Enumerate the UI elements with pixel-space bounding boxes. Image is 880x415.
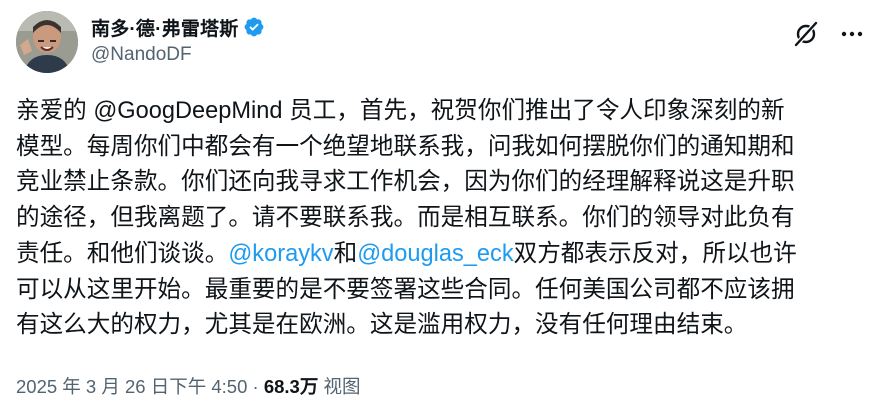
mention-douglas-eck-link[interactable]: @douglas_eck	[357, 241, 513, 267]
author-handle[interactable]: @NandoDF	[91, 44, 265, 66]
tweet-text: 亲爱的 @GoogDeepMind 员工，首先，祝贺你们推出了令人印象深刻的新 …	[16, 94, 866, 344]
grok-icon[interactable]	[792, 20, 820, 48]
tweet-line-3: 竞业禁止条款。你们还向我寻求工作机会，因为你们的经理解释说这是升职	[16, 169, 795, 196]
avatar[interactable]	[16, 11, 78, 73]
display-name[interactable]: 南多·德·弗雷塔斯	[91, 14, 238, 41]
views-label: 视图	[318, 376, 361, 397]
verified-badge-icon[interactable]	[243, 16, 265, 38]
avatar-photo	[16, 11, 78, 73]
more-options-icon[interactable]	[838, 20, 866, 48]
meta-separator: ·	[247, 376, 264, 397]
views-count[interactable]: 68.3万	[264, 376, 319, 397]
tweet-line-5-start: 责任。和他们谈谈。	[16, 240, 229, 267]
tweet-card: 南多·德·弗雷塔斯 @NandoDF 亲爱的 @GoogDeepMind 员工，…	[0, 0, 880, 415]
tweet-line-7: 有这么大的权力，尤其是在欧洲。这是滥用权力，没有任何理由结束。	[16, 312, 748, 339]
author-info: 南多·德·弗雷塔斯 @NandoDF	[91, 13, 265, 66]
tweet-line-6: 可以从这里开始。最重要的是不要签署这些合同。任何美国公司都不应该拥	[16, 276, 795, 303]
tweet-line-2: 模型。每周你们中都会有一个绝望地联系我，问我如何摆脱你们的通知期和	[16, 133, 795, 160]
tweet-line-1: 亲爱的 @GoogDeepMind 员工，首先，祝贺你们推出了令人印象深刻的新	[16, 98, 785, 124]
tweet-line-5-middle: 和	[333, 240, 358, 267]
tweet-meta: 2025 年 3 月 26 日下午 4:50 · 68.3万 视图	[16, 373, 360, 399]
timestamp-link[interactable]: 2025 年 3 月 26 日下午 4:50	[16, 376, 247, 397]
tweet-line-4: 的途径，但我离题了。请不要联系我。而是相互联系。你们的领导对此负有	[16, 205, 795, 232]
mention-koraykv-link[interactable]: @koraykv	[228, 241, 333, 267]
name-row: 南多·德·弗雷塔斯	[91, 13, 265, 41]
tweet-line-5: 责任。和他们谈谈。@koraykv和@douglas_eck双方都表示反对，所以…	[16, 237, 866, 273]
tweet-line-5-end: 双方都表示反对，所以也许	[513, 240, 797, 267]
